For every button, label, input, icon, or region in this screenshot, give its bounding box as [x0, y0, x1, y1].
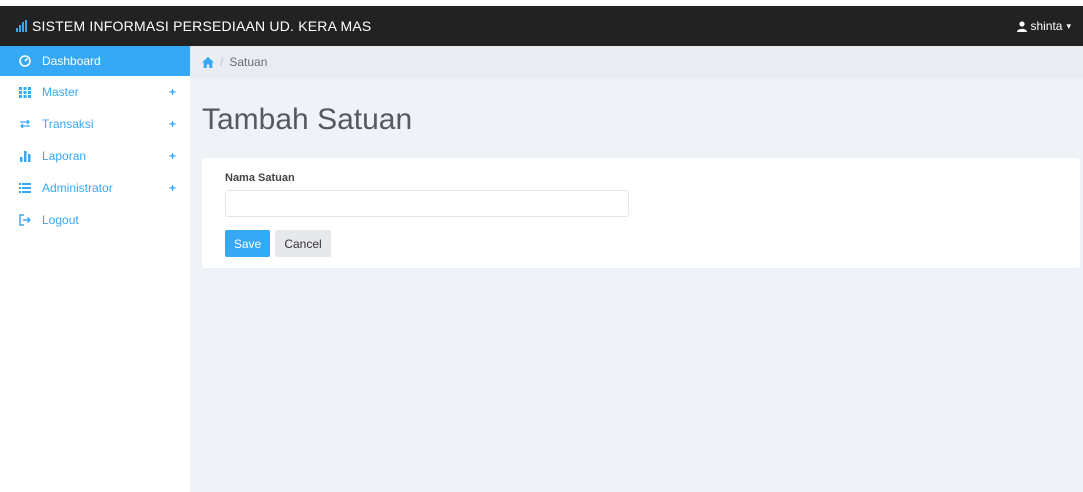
expand-plus-icon[interactable]: + [169, 117, 176, 131]
app-page: SISTEM INFORMASI PERSEDIAAN UD. KERA MAS… [0, 0, 1083, 492]
expand-plus-icon[interactable]: + [169, 181, 176, 195]
bar-chart-icon [20, 151, 31, 162]
user-name: shinta [1030, 19, 1063, 33]
sidebar-item-transaksi[interactable]: Transaksi + [0, 108, 190, 140]
sidebar-item-label: Logout [42, 213, 79, 227]
expand-plus-icon[interactable]: + [169, 149, 176, 163]
logout-icon [19, 214, 31, 226]
form-panel: Nama Satuan Save Cancel [202, 158, 1080, 268]
sidebar-item-master[interactable]: Master + [0, 76, 190, 108]
sidebar-item-dashboard[interactable]: Dashboard [0, 46, 190, 76]
expand-plus-icon[interactable]: + [169, 85, 176, 99]
save-button[interactable]: Save [225, 230, 270, 257]
signal-bars-icon [16, 20, 28, 32]
sidebar: Dashboard Master + Transaksi + Laporan +… [0, 46, 190, 492]
sidebar-item-label: Dashboard [42, 54, 101, 68]
exchange-icon [20, 119, 30, 129]
nama-satuan-input[interactable] [225, 190, 629, 217]
user-icon [1017, 20, 1028, 32]
breadcrumb: / Satuan [190, 46, 1083, 78]
sidebar-item-label: Master [42, 85, 79, 99]
sidebar-item-logout[interactable]: Logout [0, 204, 190, 236]
sidebar-item-label: Administrator [42, 181, 113, 195]
dashboard-icon [19, 55, 31, 67]
home-icon[interactable] [202, 56, 214, 68]
brand[interactable]: SISTEM INFORMASI PERSEDIAAN UD. KERA MAS [16, 18, 371, 34]
top-navbar: SISTEM INFORMASI PERSEDIAAN UD. KERA MAS… [0, 6, 1083, 46]
app-title: SISTEM INFORMASI PERSEDIAAN UD. KERA MAS [32, 18, 372, 34]
breadcrumb-current: Satuan [229, 55, 268, 69]
page-title: Tambah Satuan [202, 103, 413, 136]
cancel-button[interactable]: Cancel [275, 230, 331, 257]
user-menu[interactable]: shinta ▾ [1017, 6, 1071, 46]
sidebar-item-laporan[interactable]: Laporan + [0, 140, 190, 172]
main-content: / Satuan Tambah Satuan Nama Satuan Save … [190, 46, 1083, 492]
breadcrumb-separator: / [220, 55, 224, 69]
sidebar-item-label: Laporan [42, 149, 87, 163]
sidebar-item-administrator[interactable]: Administrator + [0, 172, 190, 204]
grid-icon [19, 87, 31, 98]
nama-satuan-label: Nama Satuan [225, 172, 295, 184]
chevron-down-icon: ▾ [1066, 20, 1071, 31]
list-icon [19, 183, 31, 193]
sidebar-item-label: Transaksi [42, 117, 94, 131]
